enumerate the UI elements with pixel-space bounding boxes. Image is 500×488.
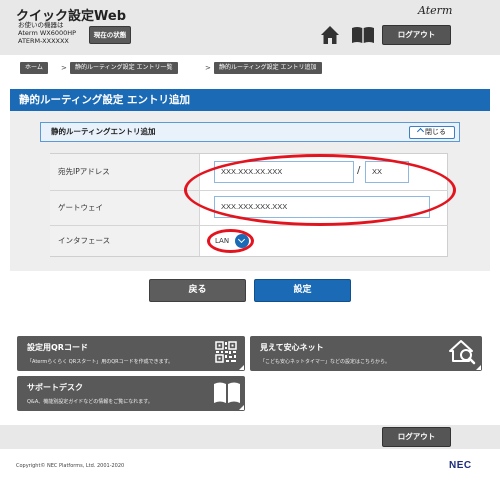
copyright-text: Copyright© NEC Platforms, Ltd. 2001-2020 <box>16 463 125 469</box>
section-header: 静的ルーティングエントリ追加 <box>40 122 460 142</box>
device-model: Aterm WX6000HP <box>18 29 77 37</box>
chevron-up-icon <box>416 127 425 136</box>
tile-corner-marker <box>476 365 481 370</box>
device-info-line: お使いの機器は <box>18 21 64 29</box>
dest-ip-label: 宛先IPアドレス <box>50 154 200 190</box>
annotation-ellipse <box>207 229 254 253</box>
close-section-button[interactable]: 閉じる <box>409 126 455 139</box>
interface-label: インタフェース <box>50 226 200 256</box>
submit-button[interactable]: 設定 <box>254 279 351 302</box>
tile-title: 見えて安心ネット <box>260 343 324 352</box>
breadcrumb-entry-add: 静的ルーティング設定 エントリ追加 <box>214 62 322 74</box>
tile-description: 「こども安心ネットタイマー」などの設定はこちらから。 <box>260 359 391 365</box>
qr-code-tile[interactable]: 設定用QRコード 「Atermらくらく QRスタート」用のQRコードを作成できま… <box>17 336 245 371</box>
book-icon[interactable] <box>351 26 375 44</box>
breadcrumb-entry-list[interactable]: 静的ルーティング設定 エントリ一覧 <box>70 62 178 74</box>
house-search-icon <box>449 340 476 365</box>
back-button[interactable]: 戻る <box>149 279 246 302</box>
device-name: ATERM-XXXXXX <box>18 37 69 45</box>
close-label: 閉じる <box>425 128 446 136</box>
safe-net-tile[interactable]: 見えて安心ネット 「こども安心ネットタイマー」などの設定はこちらから。 <box>250 336 482 371</box>
tile-corner-marker <box>239 365 244 370</box>
breadcrumb-separator: > <box>61 64 67 72</box>
tile-title: 設定用QRコード <box>27 343 88 352</box>
open-book-icon <box>214 382 240 403</box>
aterm-logo: Aterm <box>418 4 453 17</box>
tile-corner-marker <box>239 405 244 410</box>
breadcrumb-separator: > <box>205 64 211 72</box>
current-status-button[interactable]: 現在の状態 <box>89 26 131 44</box>
home-icon[interactable] <box>320 25 340 45</box>
nec-logo: NEC <box>449 460 472 471</box>
support-desk-tile[interactable]: サポートデスク Q&A、機能別設定ガイドなどの情報をご覧になれます。 <box>17 376 245 411</box>
tile-title: サポートデスク <box>27 383 83 392</box>
footer-logout-button[interactable]: ログアウト <box>382 427 451 447</box>
breadcrumb-home[interactable]: ホーム <box>20 62 48 74</box>
tile-description: 「Atermらくらく QRスタート」用のQRコードを作成できます。 <box>27 359 174 365</box>
device-info: お使いの機器は Aterm WX6000HP ATERM-XXXXXX <box>18 21 76 45</box>
gateway-label: ゲートウェイ <box>50 191 200 225</box>
tile-description: Q&A、機能別設定ガイドなどの情報をご覧になれます。 <box>27 399 153 405</box>
qr-code-icon <box>215 341 237 363</box>
logout-button[interactable]: ログアウト <box>382 25 451 45</box>
page-title: 静的ルーティング設定 エントリ追加 <box>10 89 490 111</box>
annotation-ellipse <box>184 154 456 226</box>
